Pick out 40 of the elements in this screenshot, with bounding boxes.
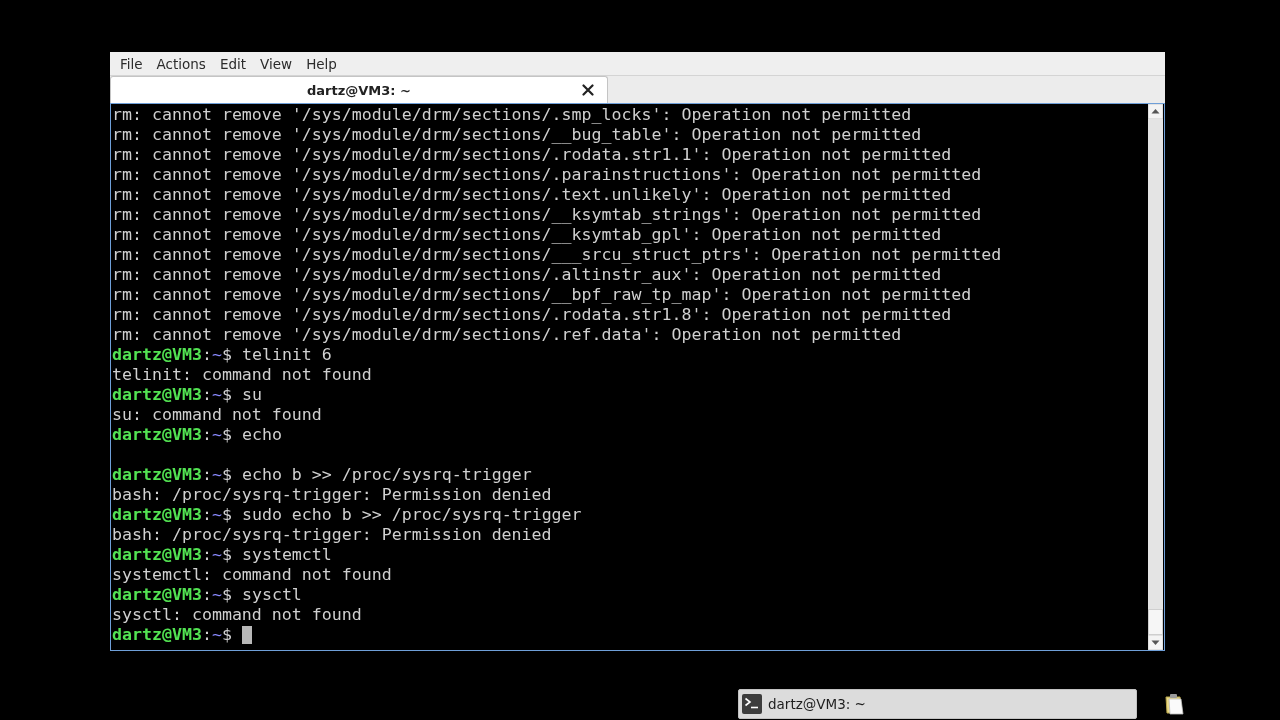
command-line: dartz@VM3:~$ echo b >> /proc/sysrq-trigger: [112, 465, 532, 485]
menu-item[interactable]: Help: [299, 54, 344, 73]
scroll-up-icon[interactable]: [1148, 104, 1163, 119]
output-line: su: command not found: [112, 405, 322, 425]
output-line: telinit: command not found: [112, 365, 372, 385]
output-line: rm: cannot remove '/sys/module/drm/sections/.ref.data': Operation not permitted: [112, 325, 902, 345]
command-line: dartz@VM3:~$ su: [112, 385, 262, 405]
output-line: rm: cannot remove '/sys/module/drm/sections/.altinstr_aux': Operation not permitted: [112, 265, 942, 285]
menu-item[interactable]: View: [253, 54, 300, 73]
output-line: rm: cannot remove '/sys/module/drm/sections/.rodata.str1.8': Operation not permitted: [112, 305, 952, 325]
scroll-down-icon[interactable]: [1148, 635, 1163, 650]
command-line: dartz@VM3:~$ sysctl: [112, 585, 302, 605]
command-line: dartz@VM3:~$ telinit 6: [112, 345, 332, 365]
output-line: bash: /proc/sysrq-trigger: Permission denied: [112, 485, 552, 505]
clipboard-icon[interactable]: [1164, 693, 1184, 715]
output-line: rm: cannot remove '/sys/module/drm/sections/__ksymtab_strings': Operation not permitted: [112, 205, 982, 225]
command-line: dartz@VM3:~$ echo: [112, 425, 282, 445]
output-line: rm: cannot remove '/sys/module/drm/sections/___srcu_struct_ptrs': Operation not permitted: [112, 245, 1002, 265]
output-line: systemctl: command not found: [112, 565, 392, 585]
output-line: rm: cannot remove '/sys/module/drm/sections/.smp_locks': Operation not permitted: [112, 105, 912, 125]
output-line: sysctl: command not found: [112, 605, 362, 625]
output-line: rm: cannot remove '/sys/module/drm/sections/__bpf_raw_tp_map': Operation not permitted: [112, 285, 972, 305]
scrollbar[interactable]: [1148, 104, 1163, 650]
command-line: dartz@VM3:~$ systemctl: [112, 545, 332, 565]
menu-item[interactable]: File: [113, 54, 150, 73]
menu-item[interactable]: Edit: [212, 54, 254, 73]
tab[interactable]: dartz@VM3: ~: [110, 76, 608, 103]
close-icon[interactable]: [582, 84, 594, 96]
output-line: bash: /proc/sysrq-trigger: Permission denied: [112, 525, 552, 545]
output-line: rm: cannot remove '/sys/module/drm/sections/.text.unlikely': Operation not permitted: [112, 185, 952, 205]
output-line: rm: cannot remove '/sys/module/drm/sections/.parainstructions': Operation not permitted: [112, 165, 982, 185]
taskbar-button[interactable]: dartz@VM3: ~: [738, 689, 1137, 719]
output-line: rm: cannot remove '/sys/module/drm/sections/__ksymtab_gpl': Operation not permitted: [112, 225, 942, 245]
scrollbar-thumb[interactable]: [1148, 609, 1163, 635]
command-line: dartz@VM3:~$: [112, 625, 232, 645]
output-line: rm: cannot remove '/sys/module/drm/sections/.rodata.str1.1': Operation not permitted: [112, 145, 952, 165]
output-line: rm: cannot remove '/sys/module/drm/sections/__bug_table': Operation not permitted: [112, 125, 922, 145]
command-line: dartz@VM3:~$ sudo echo b >> /proc/sysrq-trigger: [112, 505, 582, 525]
terminal-icon: [742, 694, 762, 714]
menu-item[interactable]: Actions: [149, 54, 213, 73]
